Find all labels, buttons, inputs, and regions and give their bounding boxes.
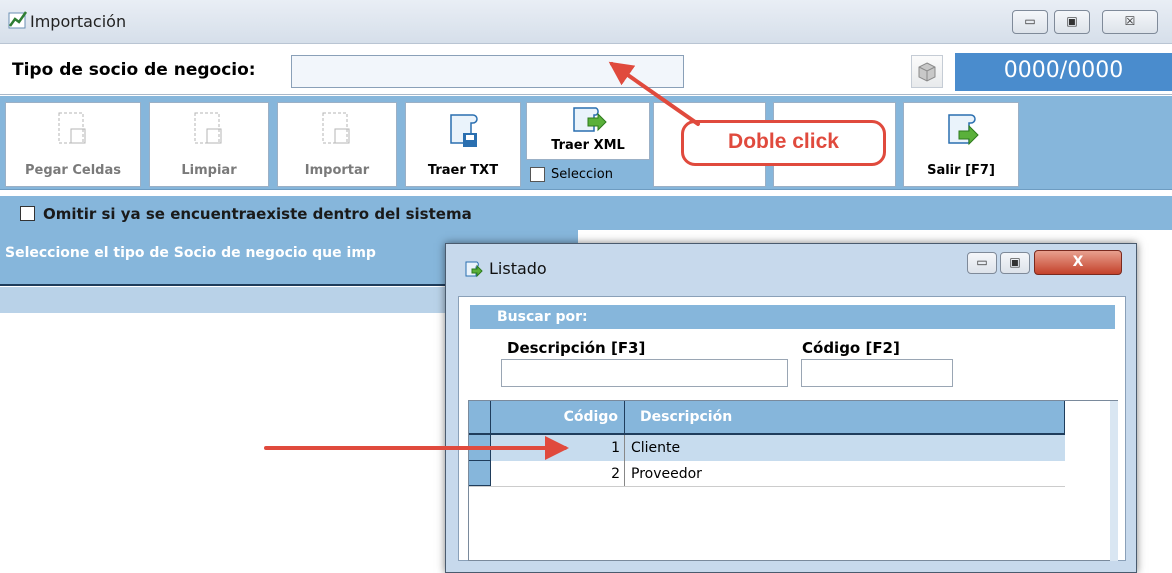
traer-txt-button[interactable]: Traer TXT [405,102,521,187]
scroll-arrow-icon [573,107,607,132]
pegar-celdas-label: Pegar Celdas [25,163,121,178]
window-title: Importación [30,12,127,31]
seleccion-toggle[interactable]: Seleccion [526,162,650,188]
dialog-close-button[interactable]: X [1034,250,1122,275]
socio-input[interactable] [291,55,684,88]
dialog-maximize-button[interactable]: ▣ [1000,252,1030,274]
row-descripcion-cell: Cliente [631,440,681,456]
descripcion-label: Descripción [F3] [507,339,646,357]
paste-grid-icon [58,112,86,144]
traer-txt-label: Traer TXT [427,163,499,178]
descripcion-search-input[interactable] [501,359,788,387]
row-selector[interactable] [469,435,491,461]
row-codigo-cell: 1 [491,435,625,461]
table-row[interactable]: 1 Cliente [469,435,1065,461]
omitir-label: Omitir si ya se encuentraexiste dentro d… [43,205,472,223]
traer-xml-button[interactable]: Traer XML [526,102,650,160]
codigo-label: Código [F2] [802,339,900,357]
importar-label: Importar [304,163,370,178]
row-selector[interactable] [469,461,491,486]
traer-xml-label: Traer XML [551,138,625,153]
clear-grid-icon [194,112,222,144]
table-row[interactable]: 2 Proveedor [469,461,1065,487]
salir-label: Salir [F7] [927,163,995,178]
cube-icon [918,62,936,82]
close-button[interactable]: ☒ [1102,10,1158,34]
listado-dialog-title: Listado [489,259,547,278]
column-header-descripcion[interactable]: Descripción [626,401,1065,434]
limpiar-button[interactable]: Limpiar [149,102,269,187]
app-chart-icon [8,11,28,29]
dialog-minimize-button[interactable]: ▭ [967,252,997,274]
import-grid-icon [322,112,350,144]
maximize-button[interactable]: ▣ [1054,10,1090,34]
row-descripcion-cell: Proveedor [631,466,702,482]
grid-header-selector [469,401,491,434]
grid-scroll-area[interactable] [1110,401,1118,561]
column-header-codigo[interactable]: Código [491,401,625,434]
exit-scroll-icon [948,114,979,146]
scroll-save-icon [450,114,478,147]
minimize-button[interactable]: ▭ [1012,10,1048,34]
omitir-checkbox[interactable] [20,206,35,221]
record-counter: 0000/0000 [955,53,1172,91]
row-codigo-cell: 2 [491,461,625,486]
importar-button[interactable]: Importar [277,102,397,187]
seleccion-label: Seleccion [551,167,613,182]
limpiar-label: Limpiar [181,163,237,178]
search-header-label: Buscar por: [497,309,588,325]
main-titlebar [0,0,1172,44]
socio-label: Tipo de socio de negocio: [12,60,256,80]
pegar-celdas-button[interactable]: Pegar Celdas [5,102,141,187]
salir-button[interactable]: Salir [F7] [903,102,1019,187]
seleccion-checkbox[interactable] [530,167,545,182]
lookup-button[interactable] [911,55,943,88]
socio-type-panel-title: Seleccione el tipo de Socio de negocio q… [5,245,376,261]
codigo-search-input[interactable] [801,359,953,387]
doble-click-callout: Doble click [681,120,886,166]
listado-scroll-icon [465,261,483,278]
